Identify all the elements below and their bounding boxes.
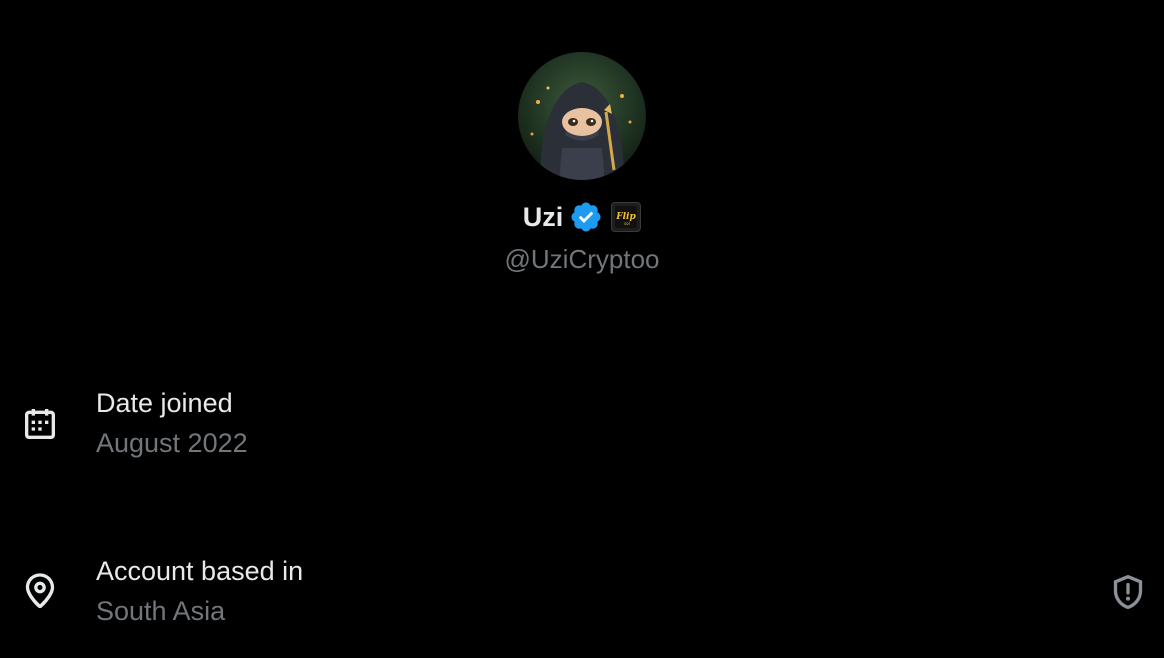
verified-badge-icon[interactable] <box>569 200 603 234</box>
date-joined-label: Date joined <box>96 388 233 418</box>
date-joined-value: August 2022 <box>96 428 248 458</box>
profile-header: Uzi Flip sol @UziCryptoo <box>0 0 1164 290</box>
account-location-row: Account based in South Asia <box>0 548 1164 638</box>
date-joined-row: Date joined August 2022 <box>0 380 1164 470</box>
hooded-character-avatar-icon <box>518 52 646 180</box>
location-pin-icon <box>20 570 60 610</box>
profile-handle[interactable]: @UziCryptoo <box>0 240 1164 278</box>
display-name[interactable]: Uzi <box>523 196 564 238</box>
account-location-value: South Asia <box>96 596 226 626</box>
svg-text:sol: sol <box>624 221 630 226</box>
flip-affiliate-badge-icon[interactable]: Flip sol <box>611 202 642 232</box>
shield-alert-icon[interactable] <box>1108 572 1148 612</box>
calendar-icon <box>20 404 60 444</box>
account-location-label: Account based in <box>96 556 304 586</box>
avatar[interactable] <box>518 52 646 180</box>
name-row: Uzi Flip sol <box>0 196 1164 238</box>
